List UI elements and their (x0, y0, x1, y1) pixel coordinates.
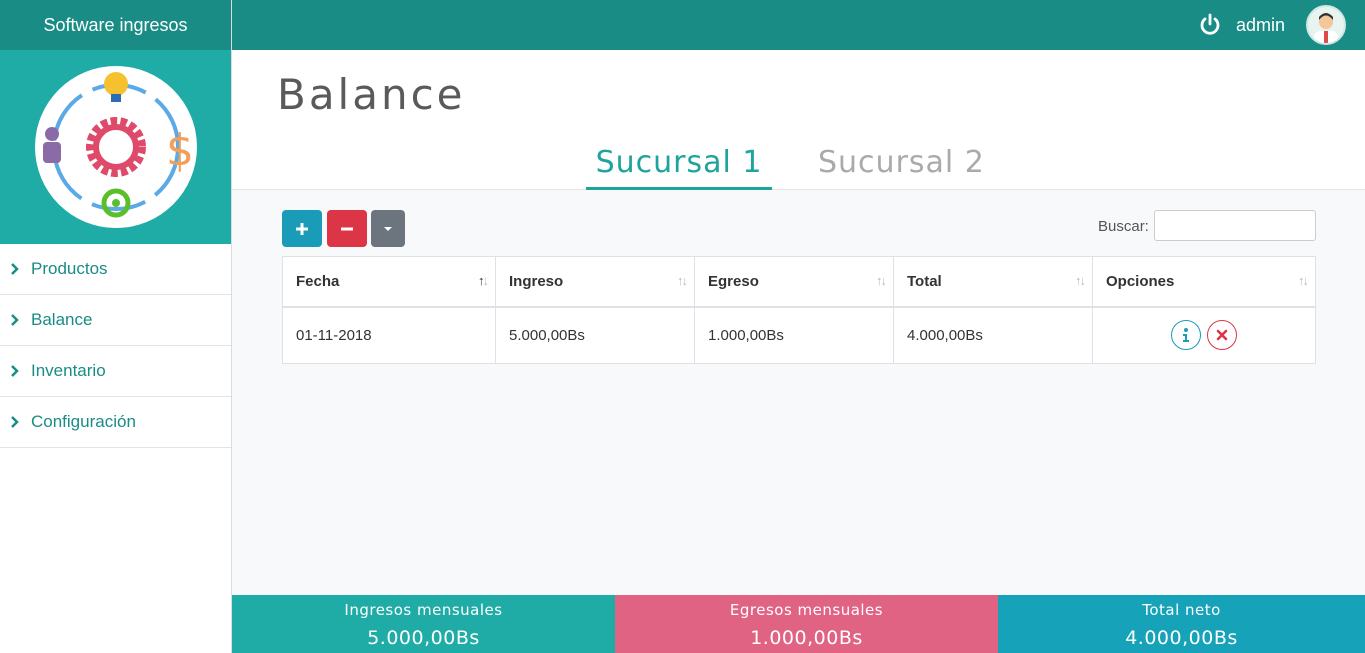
sidebar-item-label: Balance (31, 310, 93, 329)
sidebar-item-configuracion[interactable]: Configuración (0, 397, 231, 448)
logo-area: $ (0, 50, 231, 244)
table-header-row: Fecha ↑↓ Ingreso ↑↓ Egreso ↑↓ Total ↑↓ O… (282, 256, 1316, 308)
minus-icon (341, 227, 353, 230)
caret-down-icon (384, 226, 392, 231)
chevron-right-icon (10, 262, 22, 276)
tab-sucursal-2[interactable]: Sucursal 2 (818, 145, 985, 180)
summary-value: 4.000,00Bs (1125, 627, 1238, 649)
page-header: Balance Sucursal 1 Sucursal 2 (232, 50, 1365, 190)
summary-value: 5.000,00Bs (367, 627, 480, 649)
username[interactable]: admin (1236, 15, 1285, 36)
sidebar-item-label: Productos (31, 259, 108, 278)
cell-opciones (1092, 306, 1316, 364)
sort-icon: ↑↓ (876, 273, 887, 288)
column-label: Total (907, 272, 942, 290)
svg-text:$: $ (166, 125, 194, 176)
sidebar-item-label: Inventario (31, 361, 106, 380)
summary-ingresos: Ingresos mensuales 5.000,00Bs (232, 595, 615, 653)
cell-ingreso: 5.000,00Bs (495, 306, 695, 364)
column-header-fecha[interactable]: Fecha ↑↓ (282, 256, 496, 308)
page-title: Balance (277, 70, 466, 119)
column-header-opciones[interactable]: Opciones ↑↓ (1092, 256, 1316, 308)
sidebar-item-inventario[interactable]: Inventario (0, 346, 231, 397)
cell-total: 4.000,00Bs (893, 306, 1093, 364)
plus-icon (296, 222, 308, 235)
sort-icon: ↑↓ (1075, 273, 1086, 288)
column-header-egreso[interactable]: Egreso ↑↓ (694, 256, 894, 308)
summary-label: Ingresos mensuales (344, 601, 503, 619)
summary-value: 1.000,00Bs (750, 627, 863, 649)
balance-table: Fecha ↑↓ Ingreso ↑↓ Egreso ↑↓ Total ↑↓ O… (282, 256, 1316, 364)
top-bar: admin (232, 0, 1365, 50)
cell-fecha: 01-11-2018 (282, 306, 496, 364)
power-icon[interactable] (1198, 13, 1222, 37)
summary-egresos: Egresos mensuales 1.000,00Bs (615, 595, 998, 653)
table-row: 01-11-2018 5.000,00Bs 1.000,00Bs 4.000,0… (282, 306, 1316, 364)
search-label: Buscar: (1098, 218, 1149, 235)
info-icon (1182, 328, 1189, 343)
remove-button[interactable] (327, 210, 367, 247)
column-header-total[interactable]: Total ↑↓ (893, 256, 1093, 308)
sidebar-item-label: Configuración (31, 412, 136, 431)
app-title: Software ingresos (0, 0, 231, 50)
sidebar-item-balance[interactable]: Balance (0, 295, 231, 346)
summary-label: Egresos mensuales (729, 601, 884, 619)
column-label: Egreso (708, 272, 759, 290)
add-button[interactable] (282, 210, 322, 247)
column-label: Opciones (1106, 272, 1175, 290)
sort-icon: ↑↓ (677, 273, 688, 288)
column-label: Fecha (296, 272, 340, 290)
column-header-ingreso[interactable]: Ingreso ↑↓ (495, 256, 695, 308)
chevron-right-icon (10, 364, 22, 378)
app-logo: $ (34, 66, 197, 228)
sort-icon: ↑↓ (1298, 273, 1309, 288)
dropdown-button[interactable] (371, 210, 405, 247)
sort-asc-icon: ↑↓ (478, 273, 489, 288)
summary-neto: Total neto 4.000,00Bs (998, 595, 1365, 653)
chevron-right-icon (10, 313, 22, 327)
info-button[interactable] (1170, 320, 1201, 351)
search-input[interactable] (1154, 210, 1316, 241)
close-icon (1216, 329, 1228, 341)
tab-sucursal-1[interactable]: Sucursal 1 (586, 145, 772, 190)
cell-egreso: 1.000,00Bs (694, 306, 894, 364)
avatar[interactable] (1306, 5, 1346, 45)
column-label: Ingreso (509, 272, 564, 290)
delete-button[interactable] (1207, 320, 1238, 351)
summary-label: Total neto (1142, 601, 1221, 619)
sidebar: Software ingresos $ Productos Balance In… (0, 0, 232, 653)
sidebar-item-productos[interactable]: Productos (0, 244, 231, 295)
chevron-right-icon (10, 415, 22, 429)
